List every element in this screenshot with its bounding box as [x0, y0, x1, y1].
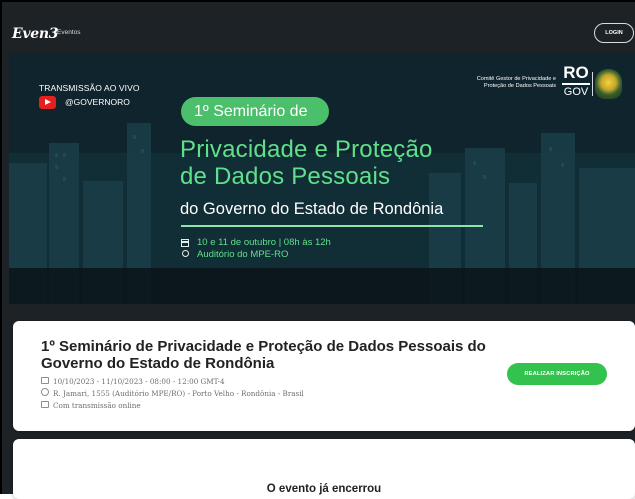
location-outline-icon [41, 388, 49, 396]
even3-logo[interactable]: Even3 [12, 26, 58, 42]
seminar-edition-pill: 1º Seminário de [181, 97, 330, 126]
brand-subtitle: Eventos [57, 29, 81, 36]
logo-separator [592, 72, 593, 96]
event-title: 1º Seminário de Privacidade e Proteção d… [41, 338, 486, 372]
youtube-icon [39, 96, 56, 109]
event-summary-card: 1º Seminário de Privacidade e Proteção d… [13, 321, 635, 431]
channel-handle: @GOVERNORO [65, 97, 130, 107]
login-button[interactable]: LOGIN [594, 23, 634, 43]
register-button[interactable]: REALIZAR INSCRIÇÃO [507, 363, 607, 385]
window-edge-top [0, 0, 635, 2]
committee-label: Comitê Gestor de Privacidade e Proteção … [476, 76, 556, 89]
top-nav: Even3 Eventos LOGIN [0, 18, 635, 52]
banner-divider [181, 225, 483, 227]
event-status-card: O evento já encerrou [13, 439, 635, 499]
event-ended-message: O evento já encerrou [266, 483, 382, 495]
event-location[interactable]: R. Jamari, 1555 (Auditório MPE/RO) - Por… [53, 389, 304, 398]
state-coat-of-arms-icon [595, 69, 622, 99]
location-pin-icon [182, 250, 189, 257]
event-banner: TRANSMISSÃO AO VIVO @GOVERNORO 1º Seminá… [9, 53, 635, 304]
online-transmission: Com transmissão online [53, 401, 141, 410]
banner-subline: do Governo do Estado de Rondônia [180, 200, 444, 218]
window-edge-left [0, 0, 2, 494]
banner-venue: Auditório do MPE-RO [197, 249, 289, 260]
calendar-icon [181, 239, 189, 247]
live-stream-label: TRANSMISSÃO AO VIVO [39, 83, 140, 93]
banner-headline-line2: de Dados Pessoais [180, 163, 391, 190]
banner-headline-line1: Privacidade e Proteção [180, 136, 433, 163]
gov-logo-text: GOV [563, 86, 589, 98]
video-camera-icon [41, 401, 49, 408]
banner-date-time: 10 e 11 de outubro | 08h às 12h [197, 237, 331, 248]
ro-logo-divider [562, 83, 590, 85]
event-date: 10/10/2023 - 11/10/2023 - 08:00 - 12:00 … [53, 377, 225, 386]
calendar-outline-icon [41, 377, 49, 384]
ro-logo-text: RO [563, 63, 589, 82]
